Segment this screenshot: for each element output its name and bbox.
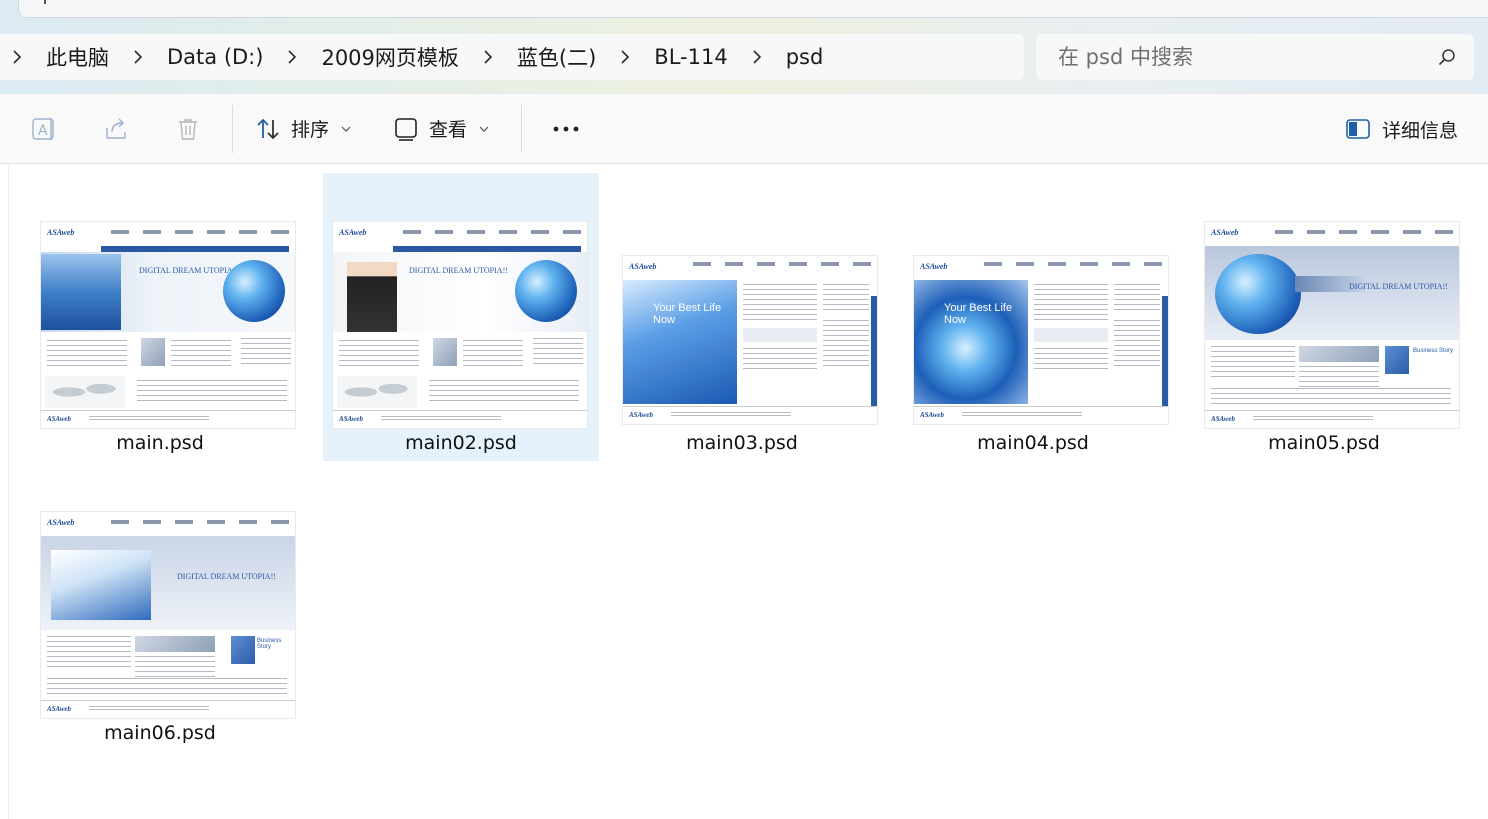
breadcrumb-psd[interactable]: psd (774, 34, 836, 80)
file-name[interactable]: main04.psd (895, 432, 1171, 454)
chevron-down-icon (479, 126, 489, 132)
thumbnail-area: ASAweb Your Best Life Now ASAweb (604, 173, 880, 431)
chevron-down-icon (341, 126, 351, 132)
file-name[interactable]: main05.psd (1186, 432, 1462, 454)
chevron-right-icon[interactable] (275, 34, 309, 80)
file-name[interactable]: main03.psd (604, 432, 880, 454)
sort-icon (257, 118, 279, 139)
command-bar: A 排序 查看 详细信息 (0, 94, 1488, 164)
share-icon (106, 118, 126, 139)
more-options-button[interactable] (530, 106, 602, 152)
thumbnail-area: ASAweb DIGITAL DREAM UTOPIA!! ASAweb (323, 173, 599, 431)
details-pane-button[interactable]: 详细信息 (1346, 106, 1458, 152)
thumbnail-image: ASAweb DIGITAL DREAM UTOPIA!! ASAweb (40, 221, 296, 429)
rename-icon: A (32, 117, 54, 140)
thumbnail-area: ASAweb DIGITAL DREAM UTOPIA!! ASAweb (22, 173, 298, 431)
file-item-main03[interactable]: ASAweb Your Best Life Now ASAweb main03.… (604, 173, 880, 461)
details-pane-icon (1346, 119, 1370, 139)
thumbnail-area: ASAweb Your Best Life Now ASAweb (895, 173, 1171, 431)
delete-button[interactable] (152, 94, 224, 164)
share-button[interactable] (80, 94, 152, 164)
tab-remnant (18, 0, 1488, 18)
thumbnail-image: ASAweb Your Best Life Now ASAweb (622, 255, 878, 425)
file-item-main[interactable]: ASAweb DIGITAL DREAM UTOPIA!! ASAweb mai… (22, 173, 298, 461)
details-label: 详细信息 (1381, 119, 1458, 142)
file-name[interactable]: main02.psd (323, 432, 599, 454)
breadcrumb-bl-114[interactable]: BL-114 (642, 34, 739, 80)
chevron-right-icon[interactable] (471, 34, 505, 80)
sort-button[interactable]: 排序 (241, 106, 365, 152)
address-bar[interactable]: 此电脑 Data (D:) 2009网页模板 蓝色(二) BL-114 psd (0, 34, 1024, 80)
breadcrumb-blue-2[interactable]: 蓝色(二) (505, 34, 608, 80)
trash-icon (179, 118, 197, 140)
chevron-right-icon[interactable] (0, 34, 34, 80)
thumbnail-image: ASAweb Your Best Life Now ASAweb (913, 255, 1169, 425)
search-input[interactable] (1058, 45, 1418, 69)
sort-label: 排序 (291, 119, 330, 141)
file-name[interactable]: main.psd (22, 432, 298, 454)
view-button[interactable]: 查看 (379, 106, 503, 152)
file-item-main04[interactable]: ASAweb Your Best Life Now ASAweb main04.… (895, 173, 1171, 461)
more-icon (553, 126, 579, 131)
svg-text:A: A (38, 123, 48, 139)
breadcrumb-data-drive[interactable]: Data (D:) (155, 34, 275, 80)
thumbnail-area: ASAweb DIGITAL DREAM UTOPIA!! Business S… (22, 463, 298, 721)
tab-caret (44, 0, 46, 4)
view-label: 查看 (429, 119, 468, 141)
thumbnail-area: ASAweb DIGITAL DREAM UTOPIA!! Business S… (1186, 173, 1462, 431)
divider (232, 104, 233, 153)
file-item-main02[interactable]: ASAweb DIGITAL DREAM UTOPIA!! ASAweb mai… (323, 173, 599, 461)
breadcrumb-templates[interactable]: 2009网页模板 (309, 34, 470, 80)
rename-button[interactable]: A (8, 94, 80, 164)
file-name[interactable]: main06.psd (22, 722, 298, 744)
breadcrumb-this-pc[interactable]: 此电脑 (34, 34, 121, 80)
thumbnail-image: ASAweb DIGITAL DREAM UTOPIA!! ASAweb (332, 221, 588, 429)
view-icon (395, 117, 417, 141)
search-box[interactable] (1036, 34, 1474, 80)
chevron-right-icon[interactable] (121, 34, 155, 80)
divider (521, 104, 523, 153)
thumbnail-image: ASAweb DIGITAL DREAM UTOPIA!! Business S… (40, 511, 296, 719)
thumbnail-image: ASAweb DIGITAL DREAM UTOPIA!! Business S… (1204, 221, 1460, 429)
search-icon[interactable] (1438, 48, 1456, 66)
pane-divider (8, 165, 9, 819)
chevron-right-icon[interactable] (608, 34, 642, 80)
chevron-right-icon[interactable] (740, 34, 774, 80)
file-item-main05[interactable]: ASAweb DIGITAL DREAM UTOPIA!! Business S… (1186, 173, 1462, 461)
file-item-main06[interactable]: ASAweb DIGITAL DREAM UTOPIA!! Business S… (22, 463, 298, 751)
